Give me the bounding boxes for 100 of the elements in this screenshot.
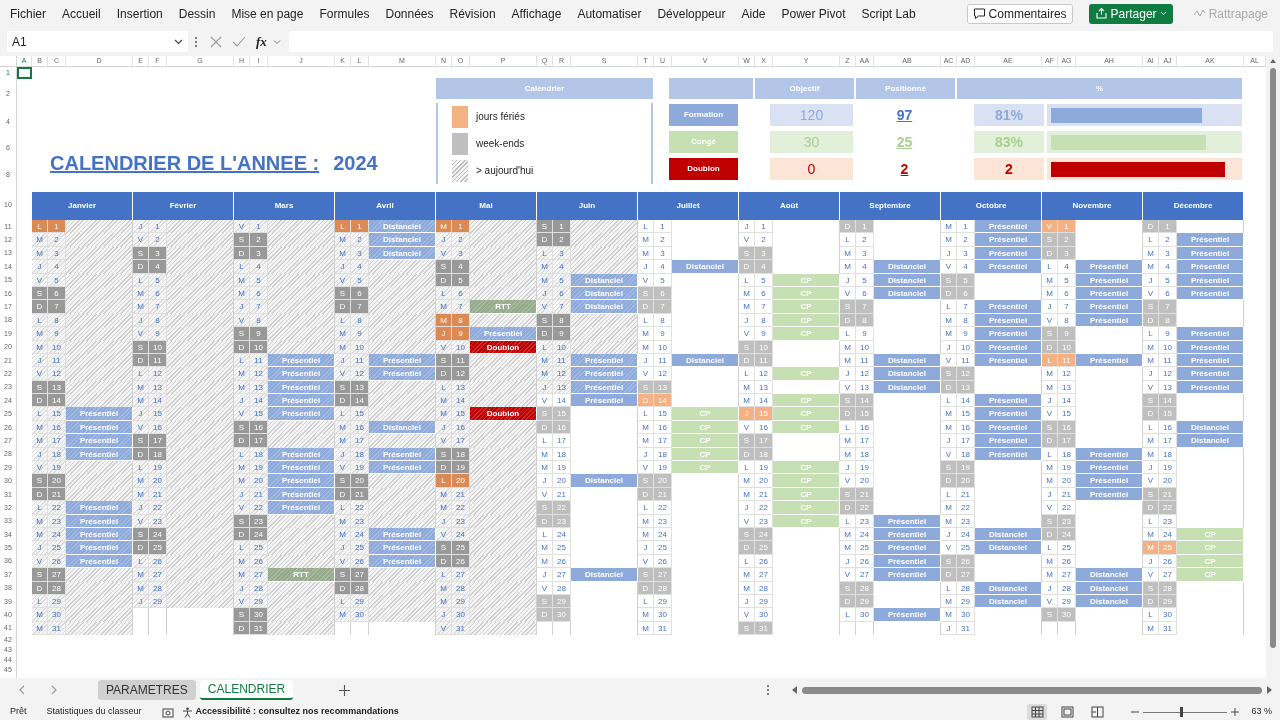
event-cell[interactable]: Présentiel (571, 367, 638, 381)
event-cell[interactable]: CP (672, 434, 739, 448)
event-cell[interactable]: Présentiel (874, 608, 941, 622)
event-cell[interactable]: Présentiel (66, 541, 133, 555)
event-cell[interactable]: CP (773, 474, 840, 488)
menu-tab[interactable]: Aide (741, 4, 766, 23)
event-cell[interactable]: CP (773, 407, 840, 421)
event-cell[interactable]: CP (773, 300, 840, 314)
event-cell[interactable]: Présentiel (470, 327, 537, 341)
event-cell[interactable]: CP (773, 327, 840, 341)
camera-icon[interactable] (161, 706, 174, 718)
event-cell[interactable]: Présentiel (975, 300, 1042, 314)
event-cell[interactable]: CP (672, 407, 739, 421)
arrow-up-icon[interactable] (1269, 58, 1277, 64)
event-cell[interactable]: Présentiel (1076, 474, 1143, 488)
event-cell[interactable]: Présentiel (1076, 260, 1143, 274)
event-cell[interactable]: Distanciel (1076, 568, 1143, 582)
event-cell[interactable]: Présentiel (975, 434, 1042, 448)
event-cell[interactable]: RTT (268, 568, 335, 582)
event-cell[interactable]: Présentiel (1177, 260, 1244, 274)
menu-tab[interactable]: Insertion (116, 4, 163, 23)
horizontal-scrollbar[interactable] (792, 683, 1272, 697)
event-cell[interactable]: Présentiel (874, 568, 941, 582)
event-cell[interactable]: Distanciel (571, 568, 638, 582)
scroll-thumb[interactable] (802, 686, 1262, 694)
menu-tab[interactable]: Développeur (657, 4, 726, 23)
event-cell[interactable]: Présentiel (975, 394, 1042, 408)
sheet-tab[interactable]: CALENDRIER (199, 680, 294, 700)
chevron-right-icon[interactable] (50, 685, 58, 695)
menu-tab[interactable]: Affichage (511, 4, 562, 23)
event-cell[interactable]: Présentiel (1076, 461, 1143, 475)
menu-tab[interactable]: Accueil (62, 4, 101, 23)
event-cell[interactable]: Présentiel (975, 220, 1042, 234)
menu-tab[interactable]: Fichier (10, 4, 46, 23)
slider-thumb[interactable] (1179, 707, 1183, 717)
workbook-statistics-link[interactable]: Statistiques du classeur (46, 705, 142, 719)
event-cell[interactable]: Présentiel (268, 461, 335, 475)
event-cell[interactable]: CP (773, 394, 840, 408)
zoom-slider[interactable] (1143, 706, 1228, 718)
sheet-tab[interactable]: PARAMETRES (98, 680, 196, 700)
event-cell[interactable]: Présentiel (268, 407, 335, 421)
function-button[interactable]: fx (256, 31, 267, 52)
event-cell[interactable]: Distanciel (1177, 420, 1244, 435)
event-cell[interactable]: Présentiel (975, 233, 1042, 247)
event-cell[interactable]: Présentiel (975, 260, 1042, 274)
event-cell[interactable]: Présentiel (975, 327, 1042, 341)
event-cell[interactable]: Présentiel (571, 394, 638, 408)
event-cell[interactable]: CP (1177, 528, 1244, 542)
event-cell[interactable]: Distanciel (975, 541, 1042, 555)
event-cell[interactable]: Présentiel (369, 461, 436, 475)
minus-icon[interactable] (1131, 708, 1140, 716)
menu-tab[interactable]: Power Pivot (781, 4, 846, 23)
menu-tab[interactable]: Données (385, 4, 434, 23)
name-box[interactable]: A1 (7, 31, 188, 52)
menu-tab[interactable]: Mise en page (231, 4, 304, 23)
event-cell[interactable]: Distanciel (1177, 434, 1244, 448)
accessibility-icon[interactable] (181, 706, 193, 718)
check-icon[interactable] (232, 35, 246, 48)
event-cell[interactable]: Présentiel (975, 407, 1042, 421)
event-cell[interactable]: Doublon (470, 407, 537, 421)
menu-tab[interactable]: Automatiser (577, 4, 642, 23)
menu-tab[interactable]: Formules (319, 4, 370, 23)
event-cell[interactable]: Présentiel (369, 367, 436, 381)
accessibility-link[interactable]: Accessibilité : consultez nos recommandations (195, 705, 399, 719)
comments-button[interactable]: Commentaires (966, 3, 1073, 24)
arrow-right-icon[interactable] (1266, 686, 1272, 694)
event-cell[interactable]: RTT (470, 300, 537, 314)
event-cell[interactable]: Distanciel (874, 260, 941, 274)
event-cell[interactable]: Présentiel (268, 501, 335, 515)
menu-tab[interactable]: Révision (449, 4, 496, 23)
event-cell[interactable]: CP (1177, 568, 1244, 582)
menu-tab[interactable]: Dessin (178, 4, 216, 23)
event-cell[interactable]: Distanciel (672, 260, 739, 274)
event-cell[interactable]: CP (1177, 541, 1244, 555)
event-cell[interactable]: Distanciel (975, 528, 1042, 542)
event-cell[interactable]: Présentiel (874, 541, 941, 555)
event-cell[interactable]: Présentiel (1177, 367, 1244, 381)
scroll-thumb[interactable] (1270, 68, 1276, 648)
event-cell[interactable]: Distanciel (975, 581, 1042, 595)
event-cell[interactable]: Présentiel (268, 367, 335, 381)
event-cell[interactable]: Distanciel (369, 233, 436, 247)
event-cell[interactable]: Présentiel (1177, 233, 1244, 247)
event-cell[interactable]: Distanciel (571, 474, 638, 488)
more-icon[interactable] (766, 684, 770, 696)
arrow-left-icon[interactable] (792, 686, 798, 694)
plus-icon[interactable] (1231, 708, 1240, 716)
event-cell[interactable]: Présentiel (268, 474, 335, 488)
event-cell[interactable]: Présentiel (1076, 353, 1143, 368)
plus-icon[interactable] (339, 684, 351, 696)
event-cell[interactable]: Distanciel (874, 367, 941, 381)
event-cell[interactable]: Présentiel (874, 514, 941, 528)
event-cell[interactable]: Présentiel (66, 501, 133, 515)
chevron-left-icon[interactable] (18, 685, 26, 695)
event-cell[interactable]: Présentiel (369, 541, 436, 555)
event-cell[interactable]: CP (773, 461, 840, 475)
event-cell[interactable]: Présentiel (1177, 327, 1244, 341)
event-cell[interactable]: Présentiel (1076, 447, 1143, 462)
menu-tab[interactable]: Script Lab (861, 4, 916, 23)
event-cell[interactable]: Distanciel (571, 300, 638, 314)
event-cell[interactable]: Présentiel (66, 434, 133, 448)
